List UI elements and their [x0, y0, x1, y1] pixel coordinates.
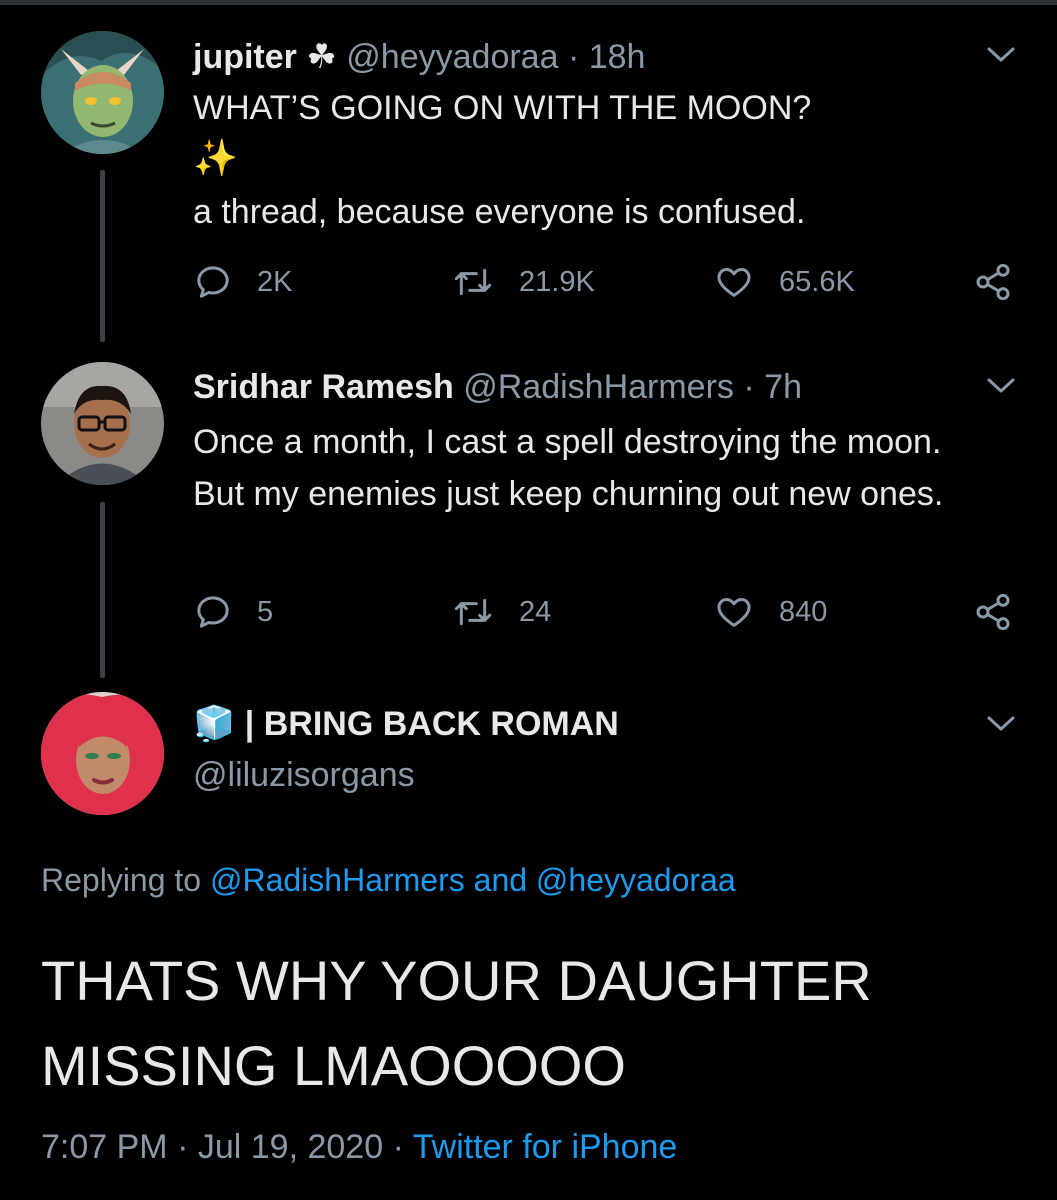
avatar-jupiter[interactable]	[41, 31, 164, 154]
chevron-down-icon[interactable]	[986, 376, 1016, 401]
share-button[interactable]	[973, 262, 1037, 302]
retweet-icon	[454, 268, 492, 296]
retweet-icon	[454, 598, 492, 626]
tweet-header: jupiter ☘ @heyyadoraa · 18h	[193, 37, 645, 77]
mention-link[interactable]: @heyyadoraa	[536, 862, 736, 898]
chevron-down-icon[interactable]	[986, 714, 1016, 739]
avatar-sridhar[interactable]	[41, 362, 164, 485]
chevron-down-icon[interactable]	[986, 45, 1016, 70]
display-name[interactable]: Sridhar Ramesh	[193, 368, 454, 406]
retweet-button[interactable]: 21.9K	[451, 262, 595, 302]
tweet-header: 🧊 | BRING BACK ROMAN	[193, 704, 619, 744]
tweet-time[interactable]: 7h	[764, 368, 802, 406]
tweet-header: Sridhar Ramesh @RadishHarmers · 7h	[193, 368, 802, 407]
reply-icon	[197, 596, 229, 628]
like-count: 840	[779, 595, 828, 628]
ice-cube-emoji: 🧊	[193, 705, 236, 743]
tweet-timestamp[interactable]: 7:07 PM	[41, 1128, 168, 1166]
tweet-actions: 5 24 840	[193, 592, 1023, 636]
focused-tweet-text: THATS WHY YOUR DAUGHTER MISSING LMAOOOOO	[41, 938, 1021, 1108]
user-handle[interactable]: @liluzisorgans	[193, 756, 415, 794]
tweet-time[interactable]: 18h	[589, 38, 646, 76]
thread-connector	[100, 170, 105, 342]
tweet-date[interactable]: Jul 19, 2020	[198, 1128, 383, 1166]
reply-count: 5	[257, 595, 274, 628]
like-count: 65.6K	[779, 265, 855, 298]
reply-button[interactable]: 5	[193, 592, 273, 632]
thread-tweet-2[interactable]: Sridhar Ramesh @RadishHarmers · 7h Once …	[0, 360, 1057, 690]
share-icon	[976, 593, 1010, 631]
tweet-text-line: WHAT’S GOING ON WITH THE MOON?	[193, 89, 812, 127]
mention-link[interactable]: @RadishHarmers	[210, 862, 465, 898]
reply-count: 2K	[257, 265, 293, 298]
thread-connector	[100, 502, 105, 678]
separator-dot: ·	[567, 38, 580, 76]
display-name[interactable]: jupiter	[193, 38, 297, 76]
separator-dot: ·	[743, 368, 755, 406]
tweet-text-line: MISSING LMAOOOOO	[41, 1034, 626, 1097]
avatar-liluzisorgans[interactable]	[41, 692, 164, 815]
retweet-count: 24	[519, 595, 552, 628]
user-handle[interactable]: @heyyadoraa	[346, 38, 558, 76]
sparkles-emoji: ✨	[193, 137, 238, 178]
replying-prefix: Replying to	[41, 862, 202, 898]
display-name[interactable]: | BRING BACK ROMAN	[245, 705, 619, 743]
clover-emoji: ☘	[306, 38, 337, 76]
retweet-count: 21.9K	[519, 265, 595, 298]
share-button[interactable]	[973, 592, 1037, 632]
tweet-meta: 7:07 PM · Jul 19, 2020 · Twitter for iPh…	[41, 1128, 677, 1167]
like-button[interactable]: 840	[713, 592, 827, 632]
retweet-button[interactable]: 24	[451, 592, 551, 632]
share-icon	[976, 263, 1010, 301]
user-handle[interactable]: @RadishHarmers	[463, 368, 734, 406]
reply-button[interactable]: 2K	[193, 262, 292, 302]
handle-row: @liluzisorgans	[193, 756, 415, 795]
heart-icon	[717, 268, 751, 297]
heart-icon	[717, 598, 751, 627]
reply-icon	[197, 266, 229, 298]
tweet-text: Once a month, I cast a spell destroying …	[193, 423, 944, 513]
like-button[interactable]: 65.6K	[713, 262, 855, 302]
tweet-text-line: THATS WHY YOUR DAUGHTER	[41, 949, 872, 1012]
thread-tweet-1[interactable]: jupiter ☘ @heyyadoraa · 18h WHAT’S GOING…	[0, 0, 1057, 360]
separator-dot: ·	[392, 1128, 404, 1166]
tweet-source-link[interactable]: Twitter for iPhone	[413, 1128, 678, 1166]
separator-dot: ·	[177, 1128, 189, 1166]
tweet-text: WHAT’S GOING ON WITH THE MOON? ✨ a threa…	[193, 82, 1013, 238]
tweet-text-line: a thread, because everyone is confused.	[193, 193, 806, 231]
replying-and[interactable]: and	[474, 862, 527, 898]
tweet-actions: 2K 21.9K 65.6K	[193, 262, 1023, 306]
replying-to: Replying to @RadishHarmers and @heyyador…	[41, 862, 736, 899]
